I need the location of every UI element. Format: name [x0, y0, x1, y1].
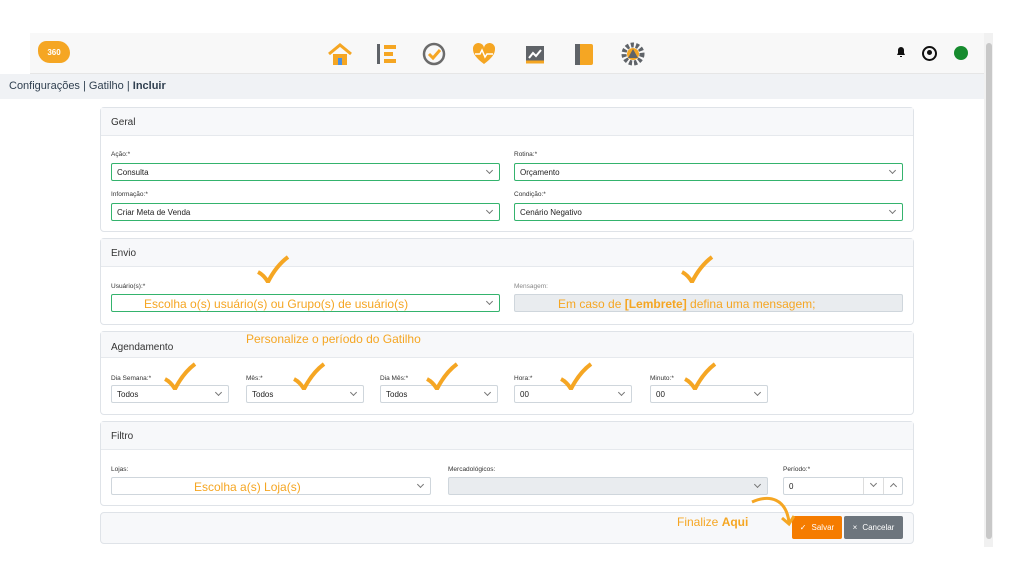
dia-semana-label: Dia Semana:*: [111, 375, 152, 382]
mercadologicos-label: Mercadológicos:: [448, 466, 496, 473]
checkmark-annotation-icon: [257, 255, 290, 283]
lojas-label: Lojas:: [111, 466, 129, 473]
panel-title: Geral: [101, 108, 913, 136]
lojas-select[interactable]: Escolha a(s) Loja(s): [111, 477, 431, 495]
condicao-label: Condição:*: [514, 191, 546, 198]
minuto-label: Minuto:*: [650, 375, 674, 382]
breadcrumb-current: Incluir: [132, 80, 166, 92]
heart-pulse-icon[interactable]: [470, 40, 498, 68]
breadcrumb: Configurações | Gatilho | Incluir: [9, 80, 166, 92]
breadcrumb-gatilho[interactable]: Gatilho: [89, 80, 124, 92]
checkmark-annotation-icon: [681, 255, 714, 283]
gear-icon[interactable]: [619, 40, 647, 68]
arrow-annotation-icon: [751, 497, 795, 527]
close-icon: ×: [852, 523, 858, 532]
cancel-button[interactable]: × Cancelar: [844, 516, 903, 539]
usuarios-select[interactable]: Escolha o(s) usuário(s) ou Grupo(s) de u…: [111, 294, 500, 312]
mes-label: Mês:*: [246, 375, 263, 382]
home-icon[interactable]: [326, 40, 354, 68]
app-root: 360 Configurações | Gatilho | Incluir Ge…: [0, 0, 1024, 576]
usuarios-label: Usuário(s):*: [111, 283, 146, 290]
mensagem-input[interactable]: Em caso de [Lembrete] defina uma mensage…: [514, 294, 903, 312]
top-navigation-bar: [30, 33, 984, 74]
chart-icon[interactable]: [521, 40, 549, 68]
panel-title: Envio: [101, 239, 913, 267]
periodo-label: Período:*: [783, 466, 811, 473]
rotina-select[interactable]: Orçamento: [514, 163, 903, 181]
checkmark-annotation-icon: [293, 362, 326, 390]
book-icon[interactable]: [570, 40, 598, 68]
breadcrumb-separator: |: [126, 80, 130, 92]
checkmark-annotation-icon: [560, 362, 593, 390]
hora-label: Hora:*: [514, 375, 533, 382]
condicao-select[interactable]: Cenário Negativo: [514, 203, 903, 221]
informacao-label: Informação:*: [111, 191, 148, 198]
check-icon: ✓: [799, 523, 807, 532]
checkmark-annotation-icon: [164, 362, 197, 390]
mercadologicos-select[interactable]: [448, 477, 768, 495]
mensagem-label: Mensagem:: [514, 283, 548, 290]
check-circle-icon[interactable]: [420, 40, 448, 68]
company-logo[interactable]: 360: [38, 41, 70, 63]
breadcrumb-configuracoes[interactable]: Configurações: [9, 80, 80, 92]
finalize-hint: Finalize Aqui: [677, 515, 749, 529]
checkmark-annotation-icon: [426, 362, 459, 390]
agendamento-hint: Personalize o período do Gatilho: [246, 332, 421, 346]
scrollbar-thumb[interactable]: [986, 43, 992, 539]
panel-title: Filtro: [101, 422, 913, 450]
periodo-increment-button[interactable]: [883, 478, 902, 494]
dia-mes-label: Dia Mês:*: [380, 375, 409, 382]
panel-title: Agendamento: [101, 332, 913, 358]
rotina-label: Rotina:*: [514, 151, 538, 158]
acao-label: Ação:*: [111, 151, 131, 158]
user-icon[interactable]: [922, 46, 937, 61]
informacao-select[interactable]: Criar Meta de Venda: [111, 203, 500, 221]
breadcrumb-separator: |: [83, 80, 86, 92]
periodo-decrement-button[interactable]: [863, 478, 883, 494]
timeline-icon[interactable]: [373, 40, 401, 68]
bell-icon[interactable]: [895, 46, 907, 58]
checkmark-annotation-icon: [684, 362, 717, 390]
save-button[interactable]: ✓ Salvar: [792, 516, 842, 539]
acao-select[interactable]: Consulta: [111, 163, 500, 181]
status-icon: [954, 46, 968, 60]
